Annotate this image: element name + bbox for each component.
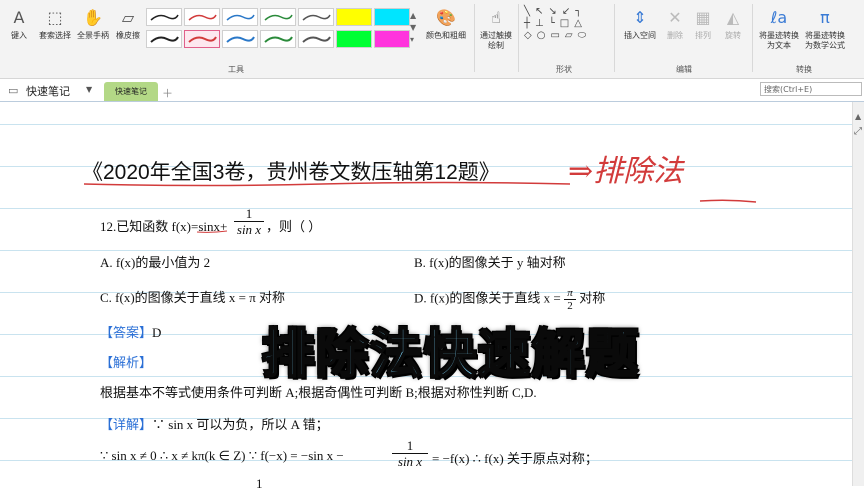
shape-corner-icon: ┐: [575, 6, 587, 17]
ribbon-separator: [474, 4, 475, 72]
shape-line-icon: ╲: [524, 6, 536, 17]
pen-swatch[interactable]: [298, 30, 334, 48]
pen-swatch[interactable]: [146, 30, 182, 48]
text-cursor-icon: A: [13, 8, 25, 27]
group-label-tools: 工具: [228, 65, 244, 74]
highlighter-swatch[interactable]: [336, 8, 372, 26]
arrange-icon: ▦: [695, 8, 711, 27]
ribbon-separator: [752, 4, 753, 72]
shape-circle-icon: ○: [536, 30, 551, 41]
handwritten-note: ⇒排除法: [568, 154, 684, 189]
group-label-convert: 转换: [796, 65, 812, 74]
ink-to-math-button[interactable]: π 将墨迹转换为数学公式: [802, 8, 848, 51]
highlighter-swatch[interactable]: [336, 30, 372, 48]
touch-hand-icon: ☝: [491, 8, 501, 27]
delete-x-icon: ✕: [668, 8, 682, 27]
touch-draw-button[interactable]: ☝ 通过触摸绘制: [478, 8, 514, 51]
fraction: π 2: [563, 287, 576, 312]
rotate-icon: ◭: [726, 8, 740, 27]
shape-rect-icon: ▭: [550, 30, 565, 41]
shape-ellipse-icon: ⬭: [577, 30, 592, 41]
proof-line-tail: = −f(x) ∴ f(x) 关于原点对称；: [432, 451, 598, 466]
expand-icon[interactable]: ⤢: [854, 126, 862, 137]
handwritten-underline: [699, 199, 757, 203]
option-c: C. f(x)的图像关于直线 x = π 对称: [100, 290, 286, 305]
pan-tool[interactable]: ✋ 全景手柄: [74, 8, 112, 41]
ruled-line: [0, 208, 852, 209]
hand-icon: ✋: [83, 8, 103, 27]
add-section-icon[interactable]: ＋: [162, 85, 173, 101]
pen-swatch[interactable]: [146, 8, 182, 26]
section-tab[interactable]: 快速笔记: [104, 82, 158, 101]
question-tail: ，则（ ）: [266, 219, 322, 234]
search-input[interactable]: 搜索(Ctrl+E): [760, 82, 862, 96]
lasso-icon: ⬚: [47, 8, 63, 27]
pen-swatch[interactable]: [184, 30, 220, 48]
pen-swatch[interactable]: [260, 8, 296, 26]
proof-line: ∵ sin x ≠ 0 ∴ x ≠ kπ(k ∈ Z) ∵ f(−x) = −s…: [100, 448, 344, 463]
shape-square-icon: □: [559, 18, 575, 29]
color-thickness-button[interactable]: 🎨 颜色和粗细: [422, 8, 470, 41]
pen-swatch[interactable]: [222, 30, 258, 48]
ink-to-math-icon: π: [820, 8, 830, 27]
pen-swatch[interactable]: [184, 8, 220, 26]
chevron-down-icon[interactable]: ▼: [86, 85, 92, 94]
shape-arrow-icon: ↙: [561, 6, 576, 17]
notebook-name[interactable]: 快速笔记: [26, 83, 70, 99]
type-tool[interactable]: A 键入: [4, 8, 34, 41]
scroll-up-icon[interactable]: ▲: [855, 112, 861, 121]
shape-diamond-icon: ◇: [524, 30, 537, 41]
gallery-more-icon[interactable]: ▲ ▼ ▾: [410, 10, 416, 46]
highlighter-swatch[interactable]: [374, 8, 410, 26]
fraction: 1 sin x: [234, 206, 264, 237]
shape-arrow-icon: ↘: [548, 6, 562, 17]
pen-swatch[interactable]: [298, 8, 334, 26]
ribbon-separator: [614, 4, 615, 72]
lasso-select-tool[interactable]: ⬚ 套索选择: [36, 8, 74, 41]
fraction: 1 sin x: [392, 438, 428, 469]
detail-line: 【详解】∵ sin x 可以为负，所以 A 错；: [100, 417, 329, 432]
highlighter-swatch[interactable]: [374, 30, 410, 48]
ribbon-separator: [518, 4, 519, 72]
option-a: A. f(x)的最小值为 2: [100, 255, 211, 270]
option-d: D. f(x)的图像关于直线 x = π 2 对称: [414, 287, 606, 312]
sinx-underline: [196, 230, 228, 233]
pen-swatch[interactable]: [222, 8, 258, 26]
delete-button[interactable]: ✕ 删除: [662, 8, 688, 41]
title-underline: [83, 181, 571, 187]
shape-triangle-icon: △: [574, 18, 587, 29]
arrange-button[interactable]: ▦ 排列: [690, 8, 716, 41]
group-label-shapes: 形状: [556, 65, 572, 74]
eraser-icon: ▱: [121, 8, 135, 27]
pen-swatch[interactable]: [260, 30, 296, 48]
ribbon: A 键入 ⬚ 套索选择 ✋ 全景手柄 ▱ 橡皮擦 ▲ ▼ ▾ 🎨 颜色和粗细 工具 …: [0, 0, 864, 79]
shape-axis-icon: ┼: [524, 18, 536, 29]
notebook-icon: ▭: [8, 84, 19, 97]
shape-parallelogram-icon: ▱: [564, 30, 578, 41]
option-b: B. f(x)的图像关于 y 轴对称: [414, 255, 566, 270]
shape-axis-icon: ⊥: [535, 18, 549, 29]
palette-icon: 🎨: [436, 8, 456, 27]
cut-off-fraction: 1: [256, 476, 263, 491]
answer-line: 【答案】D: [100, 325, 162, 340]
rotate-button[interactable]: ◭ 旋转: [720, 8, 746, 41]
ruled-line: [0, 124, 852, 125]
video-caption-overlay: 排除法快速解题: [261, 324, 641, 386]
insert-space-icon: ⇕: [633, 8, 647, 27]
ink-to-text-button[interactable]: ℓa 将墨迹转换为文本: [758, 8, 800, 51]
shape-arrow-icon: ↖: [535, 6, 549, 17]
group-label-edit: 编辑: [676, 65, 692, 74]
shape-axis-icon: └: [548, 18, 560, 29]
vertical-scrollbar[interactable]: ▲ ⤢: [852, 102, 864, 486]
eraser-tool[interactable]: ▱ 橡皮擦: [112, 8, 144, 41]
ink-to-text-icon: ℓa: [770, 8, 788, 27]
insert-space-button[interactable]: ⇕ 插入空间: [620, 8, 660, 41]
analysis-label: 【解析】: [100, 355, 153, 370]
ruled-line: [0, 250, 852, 251]
shapes-gallery[interactable]: ╲↖↘↙┐ ┼⊥└□△ ◇○▭▱⬭: [524, 6, 610, 56]
